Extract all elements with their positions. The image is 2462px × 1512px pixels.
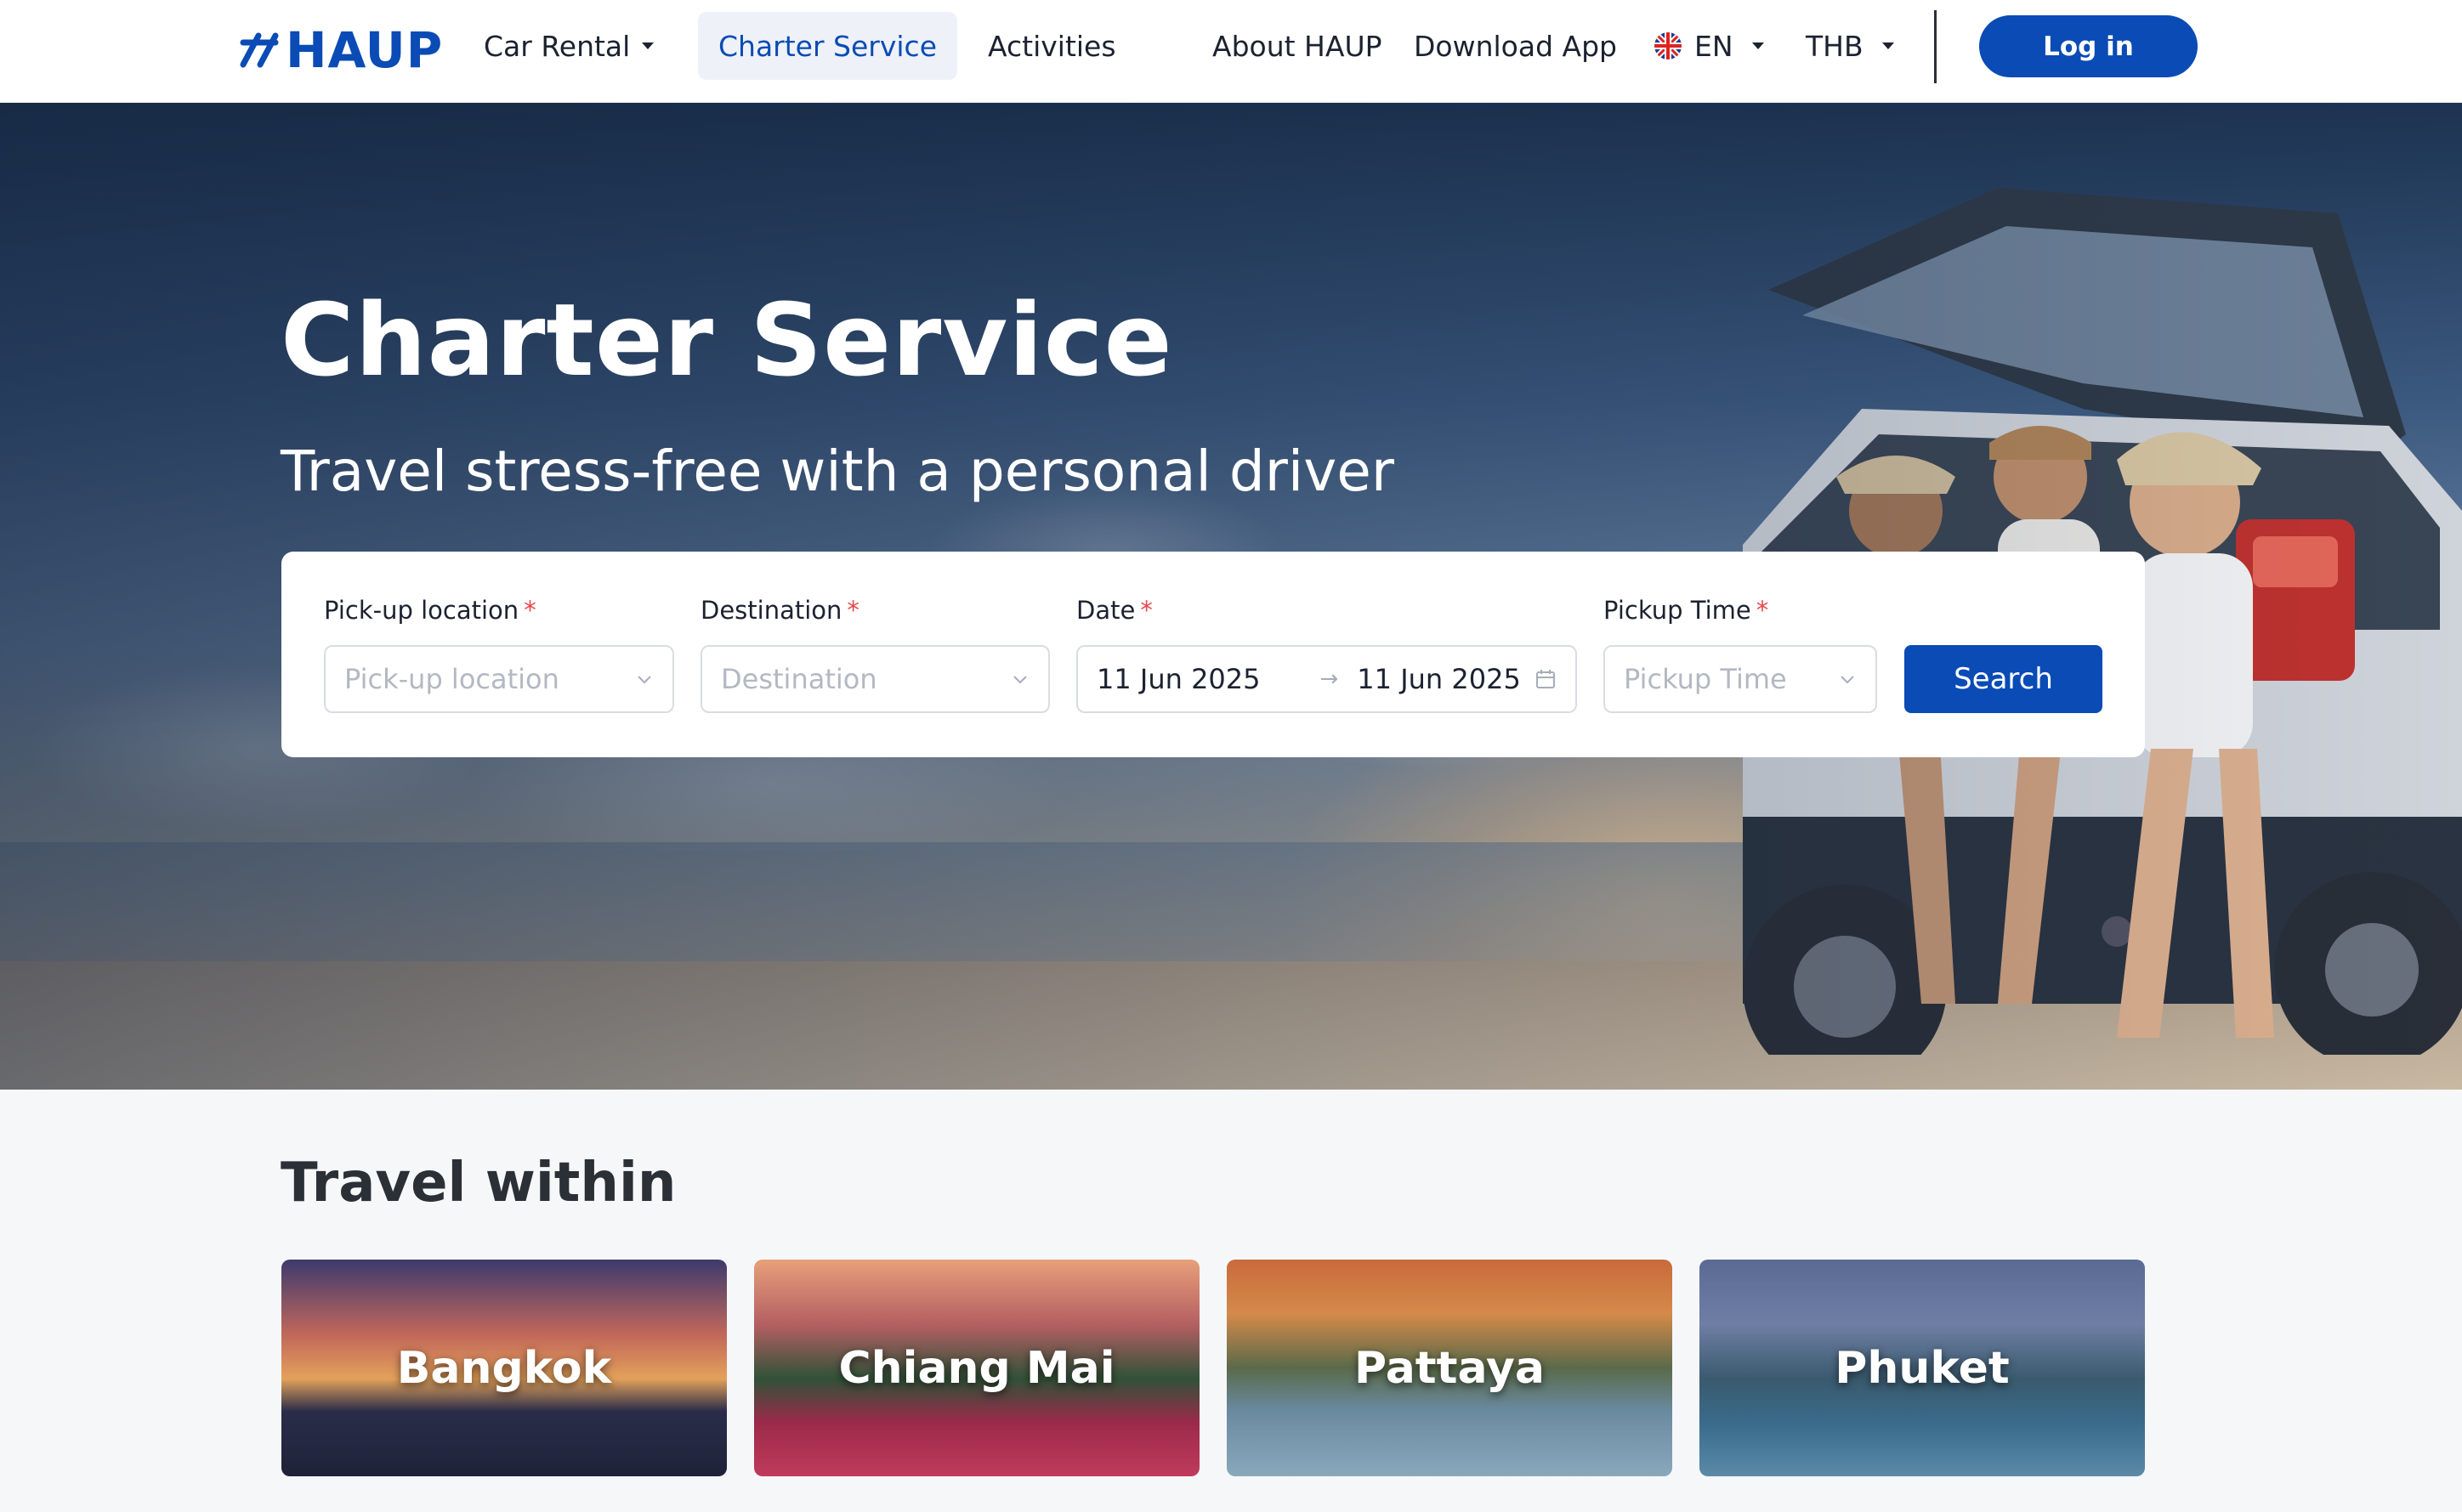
date-label: Date * — [1076, 596, 1153, 625]
date-label-text: Date — [1076, 596, 1136, 625]
pickup-location-label: Pick-up location * — [324, 596, 536, 625]
hero-title: Charter Service — [281, 281, 1173, 399]
nav-car-rental-label: Car Rental — [484, 29, 631, 63]
nav-car-rental[interactable]: Car Rental — [484, 12, 655, 80]
pickup-location-select[interactable]: Pick-up location — [324, 645, 674, 713]
nav-about-haup[interactable]: About HAUP — [1212, 12, 1382, 80]
chevron-down-icon — [1011, 670, 1030, 688]
nav-download-app[interactable]: Download App — [1414, 12, 1617, 80]
required-mark: * — [524, 596, 536, 625]
city-card-phuket[interactable]: Phuket — [1699, 1260, 2145, 1476]
city-card-pattaya[interactable]: Pattaya — [1227, 1260, 1672, 1476]
pickup-time-label: Pickup Time * — [1603, 596, 1768, 625]
nav-download-app-label: Download App — [1414, 29, 1617, 63]
destination-select[interactable]: Destination — [701, 645, 1050, 713]
nav-charter-service-label: Charter Service — [718, 29, 938, 63]
date-range-picker[interactable]: 11 Jun 2025 → 11 Jun 2025 — [1076, 645, 1577, 713]
pickup-time-placeholder: Pickup Time — [1624, 663, 1787, 695]
brand-name: HAUP — [286, 21, 444, 79]
currency-selector[interactable]: THB — [1806, 12, 1894, 80]
nav-activities[interactable]: Activities — [988, 12, 1116, 80]
nav-charter-service[interactable]: Charter Service — [698, 12, 958, 80]
uk-flag-icon — [1654, 31, 1682, 60]
required-mark: * — [847, 596, 859, 625]
haup-logo[interactable]: HAUP — [238, 20, 443, 80]
city-name: Chiang Mai — [838, 1342, 1115, 1394]
pickup-time-select[interactable]: Pickup Time — [1603, 645, 1877, 713]
pickup-time-label-text: Pickup Time — [1603, 596, 1751, 625]
nav-divider — [1934, 10, 1937, 83]
nav-activities-label: Activities — [988, 29, 1116, 63]
city-name: Pattaya — [1354, 1342, 1545, 1394]
required-mark: * — [1140, 596, 1153, 625]
pickup-location-label-text: Pick-up location — [324, 596, 519, 625]
nav-about-haup-label: About HAUP — [1212, 29, 1382, 63]
language-selector[interactable]: EN — [1654, 12, 1764, 80]
language-label: EN — [1694, 29, 1733, 63]
destination-label-text: Destination — [701, 596, 842, 625]
date-range-arrow: → — [1319, 666, 1339, 692]
pickup-location-placeholder: Pick-up location — [344, 663, 559, 695]
required-mark: * — [1756, 596, 1769, 625]
city-name: Bangkok — [396, 1342, 612, 1394]
haup-logo-icon — [240, 32, 279, 68]
destination-placeholder: Destination — [721, 663, 877, 695]
chevron-down-icon — [1838, 670, 1857, 688]
destination-label: Destination * — [701, 596, 859, 625]
city-card-chiang-mai[interactable]: Chiang Mai — [754, 1260, 1200, 1476]
login-button[interactable]: Log in — [1979, 15, 2198, 77]
charter-search-form: Pick-up location * Pick-up location Desti… — [281, 552, 2145, 757]
caret-down-icon — [1881, 42, 1894, 49]
currency-label: THB — [1806, 29, 1864, 63]
date-start-value: 11 Jun 2025 — [1097, 663, 1261, 695]
caret-down-icon — [1751, 42, 1764, 49]
city-card-bangkok[interactable]: Bangkok — [281, 1260, 727, 1476]
date-end-value: 11 Jun 2025 — [1357, 663, 1521, 695]
caret-down-icon — [642, 42, 655, 49]
chevron-down-icon — [635, 670, 654, 688]
travel-within-heading: Travel within — [281, 1152, 677, 1215]
hero-subtitle: Travel stress-free with a personal drive… — [281, 439, 1395, 504]
calendar-icon — [1534, 668, 1557, 690]
city-name: Phuket — [1835, 1342, 2010, 1394]
top-navbar: HAUP Car Rental Charter Service Activiti… — [0, 0, 2462, 103]
search-button[interactable]: Search — [1904, 645, 2102, 713]
